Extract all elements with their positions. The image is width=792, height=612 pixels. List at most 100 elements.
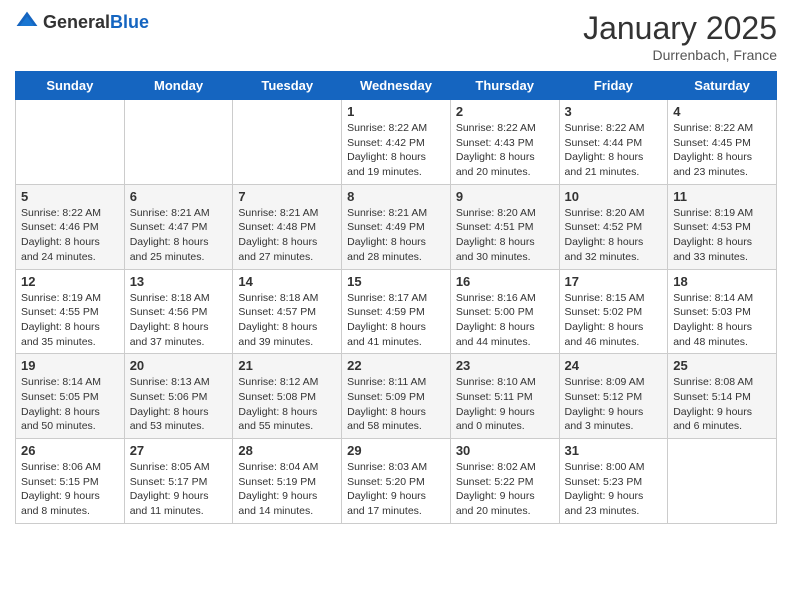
weekday-header-saturday: Saturday	[668, 72, 777, 100]
day-number: 5	[21, 189, 119, 204]
calendar-cell	[124, 100, 233, 185]
day-info: Sunrise: 8:02 AMSunset: 5:22 PMDaylight:…	[456, 460, 554, 519]
day-info: Sunrise: 8:13 AMSunset: 5:06 PMDaylight:…	[130, 375, 228, 434]
calendar-week-row: 5 Sunrise: 8:22 AMSunset: 4:46 PMDaylight…	[16, 184, 777, 269]
calendar-cell: 28Sunrise: 8:04 AMSunset: 5:19 PMDayligh…	[233, 439, 342, 524]
day-number: 6	[130, 189, 228, 204]
calendar-cell: 21 Sunrise: 8:12 AMSunset: 5:08 PMDayligh…	[233, 354, 342, 439]
calendar-cell: 25 Sunrise: 8:08 AMSunset: 5:14 PMDayligh…	[668, 354, 777, 439]
calendar-table: SundayMondayTuesdayWednesdayThursdayFrid…	[15, 71, 777, 524]
calendar-cell: 23 Sunrise: 8:10 AMSunset: 5:11 PMDayligh…	[450, 354, 559, 439]
day-number: 31	[565, 443, 663, 458]
day-number: 4	[673, 104, 771, 119]
day-info: Sunrise: 8:19 AMSunset: 4:55 PMDaylight:…	[21, 291, 119, 350]
logo-icon	[15, 10, 39, 34]
day-number: 7	[238, 189, 336, 204]
logo-general-text: General	[43, 12, 110, 32]
day-info: Sunrise: 8:05 AMSunset: 5:17 PMDaylight:…	[130, 460, 228, 519]
day-info: Sunrise: 8:14 AMSunset: 5:03 PMDaylight:…	[673, 291, 771, 350]
day-info: Sunrise: 8:22 AMSunset: 4:46 PMDaylight:…	[21, 206, 119, 265]
calendar-cell: 24Sunrise: 8:09 AMSunset: 5:12 PMDayligh…	[559, 354, 668, 439]
calendar-cell	[16, 100, 125, 185]
calendar-cell: 4 Sunrise: 8:22 AMSunset: 4:45 PMDaylight…	[668, 100, 777, 185]
day-number: 23	[456, 358, 554, 373]
day-info: Sunrise: 8:14 AMSunset: 5:05 PMDaylight:…	[21, 375, 119, 434]
calendar-cell: 20Sunrise: 8:13 AMSunset: 5:06 PMDayligh…	[124, 354, 233, 439]
day-info: Sunrise: 8:22 AMSunset: 4:42 PMDaylight:…	[347, 121, 445, 180]
day-number: 30	[456, 443, 554, 458]
day-info: Sunrise: 8:18 AMSunset: 4:57 PMDaylight:…	[238, 291, 336, 350]
calendar-cell: 14Sunrise: 8:18 AMSunset: 4:57 PMDayligh…	[233, 269, 342, 354]
calendar-cell: 2 Sunrise: 8:22 AMSunset: 4:43 PMDaylight…	[450, 100, 559, 185]
day-number: 10	[565, 189, 663, 204]
day-info: Sunrise: 8:21 AMSunset: 4:48 PMDaylight:…	[238, 206, 336, 265]
day-number: 16	[456, 274, 554, 289]
day-number: 12	[21, 274, 119, 289]
day-number: 25	[673, 358, 771, 373]
weekday-header-row: SundayMondayTuesdayWednesdayThursdayFrid…	[16, 72, 777, 100]
day-info: Sunrise: 8:10 AMSunset: 5:11 PMDaylight:…	[456, 375, 554, 434]
day-info: Sunrise: 8:20 AMSunset: 4:52 PMDaylight:…	[565, 206, 663, 265]
month-title: January 2025	[583, 10, 777, 47]
calendar-cell: 18 Sunrise: 8:14 AMSunset: 5:03 PMDayligh…	[668, 269, 777, 354]
location-label: Durrenbach, France	[583, 47, 777, 63]
day-number: 15	[347, 274, 445, 289]
calendar-week-row: 12 Sunrise: 8:19 AMSunset: 4:55 PMDayligh…	[16, 269, 777, 354]
calendar-cell	[668, 439, 777, 524]
weekday-header-sunday: Sunday	[16, 72, 125, 100]
weekday-header-wednesday: Wednesday	[342, 72, 451, 100]
day-info: Sunrise: 8:12 AMSunset: 5:08 PMDaylight:…	[238, 375, 336, 434]
calendar-cell: 12 Sunrise: 8:19 AMSunset: 4:55 PMDayligh…	[16, 269, 125, 354]
weekday-header-friday: Friday	[559, 72, 668, 100]
logo-blue-text: Blue	[110, 12, 149, 32]
calendar-cell: 11Sunrise: 8:19 AMSunset: 4:53 PMDayligh…	[668, 184, 777, 269]
day-info: Sunrise: 8:03 AMSunset: 5:20 PMDaylight:…	[347, 460, 445, 519]
day-info: Sunrise: 8:22 AMSunset: 4:43 PMDaylight:…	[456, 121, 554, 180]
day-info: Sunrise: 8:16 AMSunset: 5:00 PMDaylight:…	[456, 291, 554, 350]
day-info: Sunrise: 8:17 AMSunset: 4:59 PMDaylight:…	[347, 291, 445, 350]
weekday-header-thursday: Thursday	[450, 72, 559, 100]
calendar-cell: 6 Sunrise: 8:21 AMSunset: 4:47 PMDaylight…	[124, 184, 233, 269]
day-number: 26	[21, 443, 119, 458]
day-number: 8	[347, 189, 445, 204]
page-header: GeneralBlue January 2025 Durrenbach, Fra…	[15, 10, 777, 63]
calendar-cell: 13 Sunrise: 8:18 AMSunset: 4:56 PMDayligh…	[124, 269, 233, 354]
calendar-cell: 31Sunrise: 8:00 AMSunset: 5:23 PMDayligh…	[559, 439, 668, 524]
day-info: Sunrise: 8:22 AMSunset: 4:45 PMDaylight:…	[673, 121, 771, 180]
calendar-week-row: 1 Sunrise: 8:22 AMSunset: 4:42 PMDaylight…	[16, 100, 777, 185]
day-number: 21	[238, 358, 336, 373]
day-number: 18	[673, 274, 771, 289]
calendar-cell: 15 Sunrise: 8:17 AMSunset: 4:59 PMDayligh…	[342, 269, 451, 354]
day-info: Sunrise: 8:19 AMSunset: 4:53 PMDaylight:…	[673, 206, 771, 265]
calendar-cell: 30 Sunrise: 8:02 AMSunset: 5:22 PMDayligh…	[450, 439, 559, 524]
day-info: Sunrise: 8:21 AMSunset: 4:49 PMDaylight:…	[347, 206, 445, 265]
day-number: 3	[565, 104, 663, 119]
calendar-cell: 22 Sunrise: 8:11 AMSunset: 5:09 PMDayligh…	[342, 354, 451, 439]
weekday-header-tuesday: Tuesday	[233, 72, 342, 100]
calendar-cell: 1 Sunrise: 8:22 AMSunset: 4:42 PMDaylight…	[342, 100, 451, 185]
day-info: Sunrise: 8:11 AMSunset: 5:09 PMDaylight:…	[347, 375, 445, 434]
calendar-cell: 5 Sunrise: 8:22 AMSunset: 4:46 PMDaylight…	[16, 184, 125, 269]
day-info: Sunrise: 8:08 AMSunset: 5:14 PMDaylight:…	[673, 375, 771, 434]
day-number: 24	[565, 358, 663, 373]
calendar-week-row: 19Sunrise: 8:14 AMSunset: 5:05 PMDayligh…	[16, 354, 777, 439]
calendar-cell: 16 Sunrise: 8:16 AMSunset: 5:00 PMDayligh…	[450, 269, 559, 354]
day-info: Sunrise: 8:21 AMSunset: 4:47 PMDaylight:…	[130, 206, 228, 265]
calendar-cell: 7 Sunrise: 8:21 AMSunset: 4:48 PMDaylight…	[233, 184, 342, 269]
day-info: Sunrise: 8:15 AMSunset: 5:02 PMDaylight:…	[565, 291, 663, 350]
day-number: 27	[130, 443, 228, 458]
day-number: 22	[347, 358, 445, 373]
calendar-cell: 10 Sunrise: 8:20 AMSunset: 4:52 PMDayligh…	[559, 184, 668, 269]
calendar-cell: 3Sunrise: 8:22 AMSunset: 4:44 PMDaylight…	[559, 100, 668, 185]
calendar-cell: 27 Sunrise: 8:05 AMSunset: 5:17 PMDayligh…	[124, 439, 233, 524]
day-number: 17	[565, 274, 663, 289]
day-number: 2	[456, 104, 554, 119]
calendar-week-row: 26 Sunrise: 8:06 AMSunset: 5:15 PMDayligh…	[16, 439, 777, 524]
calendar-cell: 8 Sunrise: 8:21 AMSunset: 4:49 PMDaylight…	[342, 184, 451, 269]
day-info: Sunrise: 8:18 AMSunset: 4:56 PMDaylight:…	[130, 291, 228, 350]
calendar-cell: 26 Sunrise: 8:06 AMSunset: 5:15 PMDayligh…	[16, 439, 125, 524]
day-info: Sunrise: 8:06 AMSunset: 5:15 PMDaylight:…	[21, 460, 119, 519]
day-number: 1	[347, 104, 445, 119]
day-number: 13	[130, 274, 228, 289]
day-info: Sunrise: 8:20 AMSunset: 4:51 PMDaylight:…	[456, 206, 554, 265]
